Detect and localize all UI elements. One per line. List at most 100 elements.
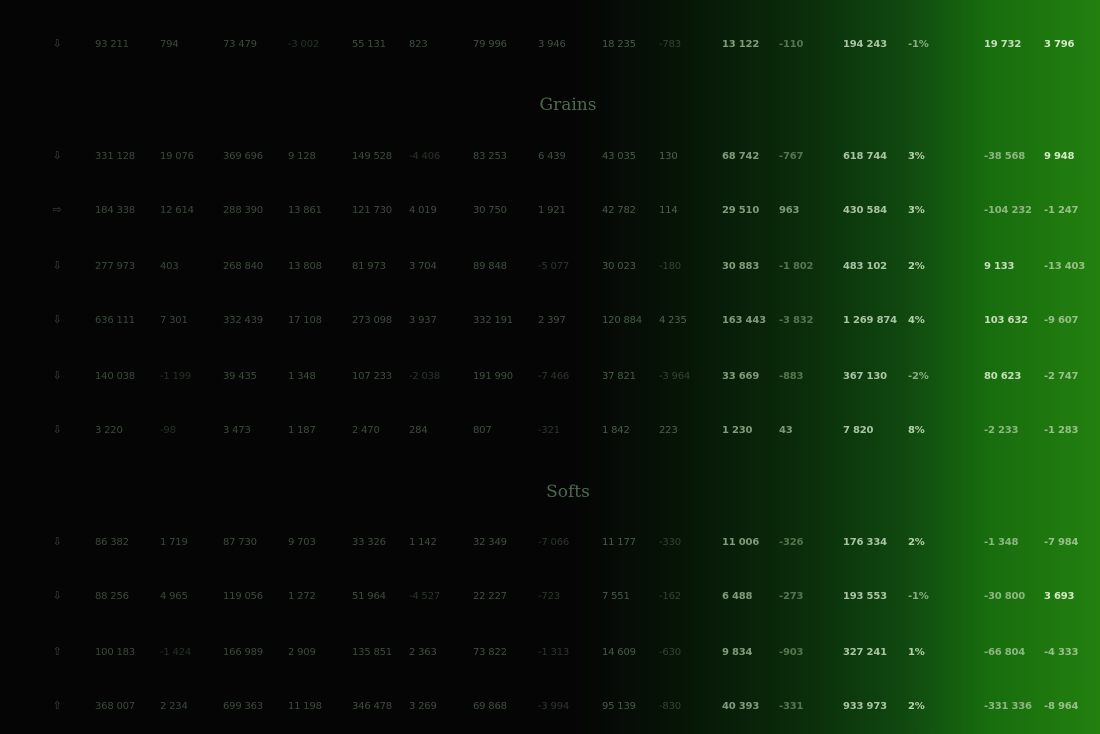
trend-arrow-icon: ⇨	[52, 203, 62, 216]
table-cell: 9 834	[722, 647, 753, 658]
table-cell: 11 198	[288, 701, 322, 712]
table-cell: 163 443	[722, 315, 766, 326]
table-cell: 51 964	[352, 591, 386, 602]
table-cell: 823	[409, 39, 428, 50]
table-cell: 331 128	[95, 151, 135, 162]
table-cell: 30 750	[473, 205, 507, 216]
table-cell: -331 336	[984, 701, 1032, 712]
table-cell: 2 363	[409, 647, 437, 658]
table-cell: 2 909	[288, 647, 316, 658]
table-cell: 176 334	[843, 537, 887, 548]
table-cell: 11 177	[602, 537, 636, 548]
table-row: ⇩ 277 973 403 268 840 13 808 81 973 3 704 89 84…	[0, 257, 1100, 277]
table-cell: 32 349	[473, 537, 507, 548]
table-cell: 81 973	[352, 261, 386, 272]
table-cell: 107 233	[352, 371, 392, 382]
table-cell: -883	[779, 371, 804, 382]
table-cell: 193 553	[843, 591, 887, 602]
table-cell: 1 230	[722, 425, 753, 436]
table-cell: 1 921	[538, 205, 566, 216]
table-cell: 55 131	[352, 39, 386, 50]
table-cell: 43 035	[602, 151, 636, 162]
table-cell: -4 406	[409, 151, 441, 162]
table-cell: 794	[160, 39, 179, 50]
table-cell: 9 703	[288, 537, 316, 548]
table-cell: 83 253	[473, 151, 507, 162]
table-cell: 2%	[908, 537, 925, 548]
table-cell: 4%	[908, 315, 925, 326]
table-cell: 1 269 874	[843, 315, 897, 326]
table-cell: 3 473	[223, 425, 251, 436]
table-cell: -1 348	[984, 537, 1019, 548]
table-cell: -3 002	[288, 39, 320, 50]
table-cell: 140 038	[95, 371, 135, 382]
section-title-softs: Softs	[546, 482, 590, 502]
table-cell: -8 964	[1044, 701, 1079, 712]
table-cell: 13 861	[288, 205, 322, 216]
table-row: ⇨ 184 338 12 614 288 390 13 861 121 730 4 019 3…	[0, 201, 1100, 221]
table-cell: 3 796	[1044, 39, 1075, 50]
table-cell: 13 122	[722, 39, 760, 50]
table-cell: -2 038	[409, 371, 441, 382]
table-row: ⇩ 331 128 19 076 369 696 9 128 149 528 -4 406 8…	[0, 147, 1100, 167]
table-cell: 8%	[908, 425, 925, 436]
table-cell: 39 435	[223, 371, 257, 382]
table-cell: -110	[779, 39, 804, 50]
table-cell: 120 884	[602, 315, 642, 326]
table-cell: 403	[160, 261, 179, 272]
table-cell: -1%	[908, 591, 929, 602]
table-cell: 933 973	[843, 701, 887, 712]
table-cell: 86 382	[95, 537, 129, 548]
table-cell: 11 006	[722, 537, 760, 548]
table-cell: 194 243	[843, 39, 887, 50]
table-cell: -2 233	[984, 425, 1019, 436]
table-cell: 3 220	[95, 425, 123, 436]
table-cell: -180	[659, 261, 681, 272]
table-cell: -330	[659, 537, 681, 548]
table-cell: -1 313	[538, 647, 570, 658]
table-cell: -273	[779, 591, 804, 602]
table-cell: 2 397	[538, 315, 566, 326]
table-cell: 1 719	[160, 537, 188, 548]
table-cell: -9 607	[1044, 315, 1079, 326]
table-cell: 7 820	[843, 425, 874, 436]
table-cell: -66 804	[984, 647, 1026, 658]
trend-arrow-icon: ⇩	[52, 589, 62, 602]
table-cell: -2%	[908, 371, 929, 382]
table-cell: 13 808	[288, 261, 322, 272]
table-cell: 6 439	[538, 151, 566, 162]
table-cell: 37 821	[602, 371, 636, 382]
table-cell: -830	[659, 701, 681, 712]
table-cell: 95 139	[602, 701, 636, 712]
table-cell: -630	[659, 647, 681, 658]
table-cell: -13 403	[1044, 261, 1086, 272]
table-cell: 3%	[908, 205, 925, 216]
table-cell: 33 326	[352, 537, 386, 548]
table-cell: -326	[779, 537, 804, 548]
table-cell: 3 693	[1044, 591, 1075, 602]
table-cell: -723	[538, 591, 560, 602]
table-cell: 33 669	[722, 371, 760, 382]
table-row: ⇩ 93 211 794 73 479 -3 002 55 131 823 79 996 3 9…	[0, 35, 1100, 55]
table-cell: 29 510	[722, 205, 760, 216]
table-cell: 42 782	[602, 205, 636, 216]
table-cell: 79 996	[473, 39, 507, 50]
table-cell: 69 868	[473, 701, 507, 712]
table-cell: 4 019	[409, 205, 437, 216]
table-cell: 1 842	[602, 425, 630, 436]
table-cell: 1 272	[288, 591, 316, 602]
table-cell: 9 128	[288, 151, 316, 162]
table-cell: 1%	[908, 647, 925, 658]
trend-arrow-icon: ⇩	[52, 259, 62, 272]
table-cell: -98	[160, 425, 176, 436]
table-cell: 184 338	[95, 205, 135, 216]
table-cell: 135 851	[352, 647, 392, 658]
table-cell: -767	[779, 151, 804, 162]
table-cell: 346 478	[352, 701, 392, 712]
table-cell: 807	[473, 425, 492, 436]
table-cell: 1 348	[288, 371, 316, 382]
table-cell: 80 623	[984, 371, 1022, 382]
table-cell: 130	[659, 151, 678, 162]
table-cell: 114	[659, 205, 678, 216]
table-cell: -331	[779, 701, 804, 712]
